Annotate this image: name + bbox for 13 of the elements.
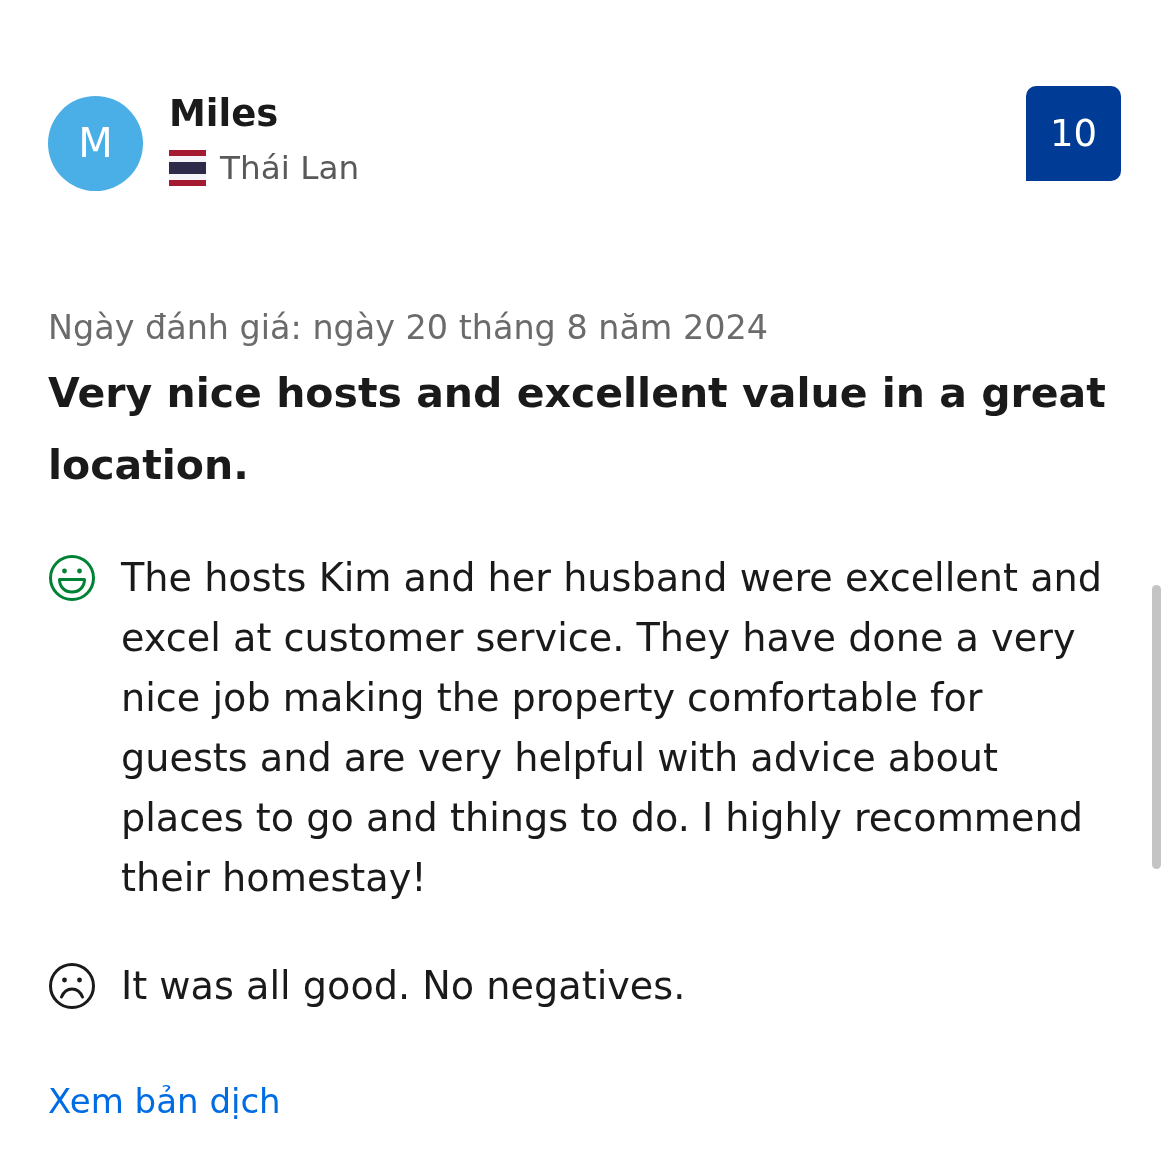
reviewer-name: Miles	[169, 91, 280, 137]
translate-link[interactable]: Xem bản dịch	[48, 1077, 281, 1125]
avatar-circle: M	[48, 96, 143, 191]
review-date: Ngày đánh giá: ngày 20 tháng 8 năm 2024	[48, 307, 769, 349]
sad-face-icon	[48, 962, 96, 1010]
flag-icon	[169, 150, 206, 186]
country-name: Thái Lan	[220, 148, 360, 189]
review-title: Very nice hosts and excellent value in a great location.	[48, 368, 1107, 491]
comment-text: The hosts Kim and her husband were excellent and excel at customer service. They have done a very nice job making the property comfortable for guests and are very helpful with advice about places to go and things to do. I highly recommend their homestay!	[121, 555, 1103, 902]
smiley-face-icon	[48, 554, 96, 602]
scrollbar-thumb[interactable]	[1152, 585, 1161, 869]
comment-text: It was all good. No negatives.	[121, 963, 687, 1010]
score-badge: 10	[1026, 86, 1121, 181]
